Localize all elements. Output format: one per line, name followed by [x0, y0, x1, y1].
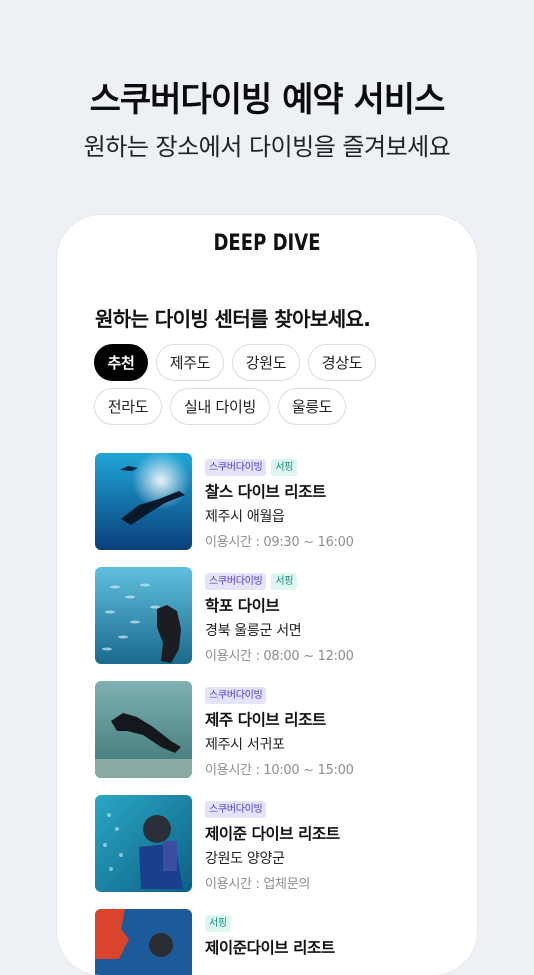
dive-center-photo	[95, 453, 192, 550]
hero-subtitle: 원하는 장소에서 다이빙을 즐겨보세요	[83, 133, 451, 161]
center-name: 찰스 다이브 리조트	[205, 483, 326, 501]
chip-jeju[interactable]: 제주도	[156, 344, 224, 381]
center-name: 제이준다이브 리조트	[205, 939, 335, 957]
hero-title: 스쿠버다이빙 예약 서비스	[89, 80, 446, 120]
tag-surfing: 서핑	[205, 915, 231, 932]
center-location: 제주시 애월읍	[205, 509, 285, 525]
chip-recommended[interactable]: 추천	[94, 344, 148, 381]
dive-center-photo	[95, 681, 192, 778]
chip-jeolla[interactable]: 전라도	[94, 388, 162, 425]
dive-center-photo	[95, 909, 192, 975]
center-hours: 이용시간 : 업체문의	[205, 877, 311, 892]
chip-indoor-diving[interactable]: 실내 다이빙	[170, 388, 270, 425]
app-logo: DEEP DIVE	[213, 231, 321, 256]
center-name: 제주 다이브 리조트	[205, 711, 326, 729]
dive-center-item[interactable]: 스쿠버다이빙 제이준 다이브 리조트 강원도 양양군 이용시간 : 업체문의	[95, 795, 445, 893]
chip-gangwon[interactable]: 강원도	[232, 344, 300, 381]
center-hours: 이용시간 : 08:00 ~ 12:00	[205, 649, 354, 664]
tag-scuba-diving: 스쿠버다이빙	[205, 687, 267, 704]
dive-center-item[interactable]: 스쿠버다이빙 서핑 찰스 다이브 리조트 제주시 애월읍 이용시간 : 09:3…	[95, 453, 445, 551]
center-location: 제주시 서귀포	[205, 737, 285, 753]
dive-center-item[interactable]: 스쿠버다이빙 서핑 학포 다이브 경북 울릉군 서면 이용시간 : 08:00 …	[95, 567, 445, 665]
center-name: 학포 다이브	[205, 597, 280, 615]
section-title: 원하는 다이빙 센터를 찾아보세요.	[95, 307, 371, 331]
center-name: 제이준 다이브 리조트	[205, 825, 340, 843]
tag-surfing: 서핑	[271, 573, 298, 590]
tag-scuba-diving: 스쿠버다이빙	[205, 573, 267, 590]
tag-scuba-diving: 스쿠버다이빙	[205, 459, 267, 476]
tag-scuba-diving: 스쿠버다이빙	[205, 801, 267, 818]
center-hours: 이용시간 : 10:00 ~ 15:00	[205, 763, 354, 778]
dive-center-photo	[95, 567, 192, 664]
phone-screen: DEEP DIVE 원하는 다이빙 센터를 찾아보세요. 추천 제주도 강원도 …	[57, 215, 477, 975]
chip-gyeongsang[interactable]: 경상도	[308, 344, 376, 381]
dive-center-item[interactable]: 스쿠버다이빙 제주 다이브 리조트 제주시 서귀포 이용시간 : 10:00 ~…	[95, 681, 445, 779]
chip-ulleungdo[interactable]: 울릉도	[278, 388, 346, 425]
dive-center-photo	[95, 795, 192, 892]
center-location: 경북 울릉군 서면	[205, 623, 302, 639]
center-location: 강원도 양양군	[205, 851, 285, 867]
center-hours: 이용시간 : 09:30 ~ 16:00	[205, 535, 354, 550]
tag-surfing: 서핑	[271, 459, 298, 476]
dive-center-item[interactable]: 서핑 제이준다이브 리조트	[95, 909, 445, 975]
